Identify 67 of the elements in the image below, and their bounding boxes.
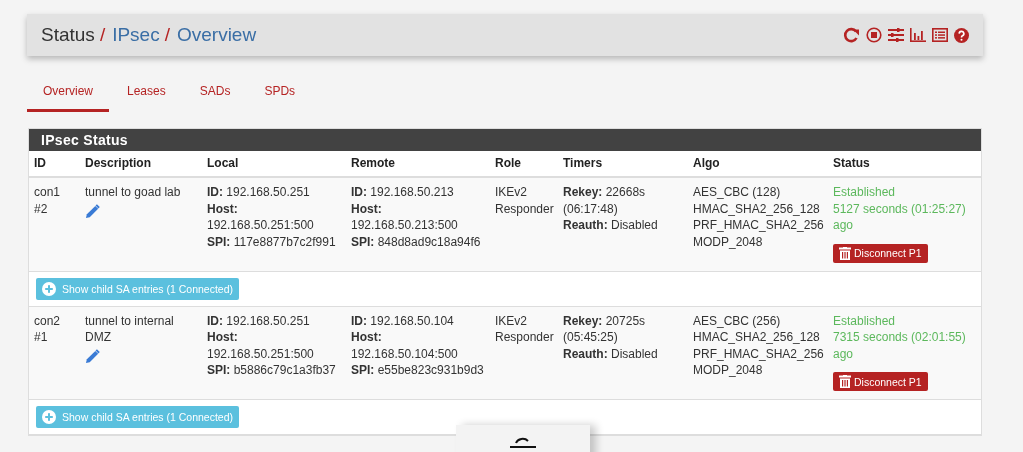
tab[interactable]: Overview xyxy=(27,77,109,112)
table-cell-text: tunnel to internal DMZ xyxy=(85,312,175,346)
pencil-icon[interactable] xyxy=(85,348,100,364)
status-text: 7315 seconds (02:01:55) ago xyxy=(833,329,967,362)
column-header: ID xyxy=(34,155,47,172)
column-header: Remote xyxy=(351,155,396,172)
table-cell-text: Host: 192.168.50.251:500 xyxy=(207,200,315,234)
table-cell: con2 xyxy=(34,312,61,329)
breadcrumb-separator: / xyxy=(99,24,106,46)
table-cell: HMAC_SHA2_256_128 xyxy=(693,200,820,217)
tab[interactable]: SADs xyxy=(183,77,247,112)
breadcrumb-link[interactable]: IPsec xyxy=(112,24,160,46)
table-cell: tunnel to goad lab xyxy=(85,184,181,201)
table-cell: HMAC_SHA2_256_128 xyxy=(693,329,820,346)
breadcrumb-item: Status xyxy=(41,24,95,46)
table-cell: MODP_2048 xyxy=(693,362,763,379)
table-cell: PRF_HMAC_SHA2_256 xyxy=(693,217,824,234)
status-text: 5127 seconds (01:25:27) ago xyxy=(833,200,967,234)
reload-icon[interactable] xyxy=(843,27,860,43)
table-cell-text: IKEv2 Responder xyxy=(495,312,555,346)
status-text: Established xyxy=(833,312,896,329)
table-cell-text: Rekey: 22668s (06:17:48) xyxy=(563,184,647,217)
trash-icon xyxy=(839,375,851,388)
table-cell: ID: 192.168.50.251 xyxy=(207,184,310,201)
table-cell-text: Rekey: 20725s (05:45:25) xyxy=(563,312,647,346)
pencil-icon[interactable] xyxy=(85,203,100,219)
list-icon[interactable] xyxy=(932,28,948,42)
arc-icon xyxy=(510,435,536,449)
status-text: Established xyxy=(833,184,896,201)
breadcrumb-separator: / xyxy=(164,24,170,46)
column-header: Description xyxy=(85,155,152,172)
stop-icon[interactable] xyxy=(866,27,882,43)
table-cell: AES_CBC (256) xyxy=(693,312,781,329)
column-header: Timers xyxy=(563,155,604,172)
plus-icon xyxy=(42,410,56,424)
panel-title: IPsec Status xyxy=(29,129,981,151)
breadcrumb-link[interactable]: Overview xyxy=(176,24,257,46)
table-cell: #1 xyxy=(34,329,48,346)
table-cell-text: IKEv2 Responder xyxy=(495,184,555,217)
disconnect-button[interactable]: Disconnect P1 xyxy=(833,243,928,263)
table-cell: SPI: b5886c79c1a3fb37 xyxy=(207,362,336,379)
table-cell: SPI: e55be823c931b9d3 xyxy=(351,362,484,379)
table-cell: SPI: 117e8877b7c2f991 xyxy=(207,233,336,250)
table-cell: ID: 192.168.50.251 xyxy=(207,312,310,329)
help-icon[interactable] xyxy=(954,27,969,43)
column-header: Role xyxy=(495,155,522,172)
table-cell: MODP_2048 xyxy=(693,233,763,250)
table-cell: ID: 192.168.50.213 xyxy=(351,184,454,201)
table-cell: Reauth: Disabled xyxy=(563,217,658,234)
table-cell: ID: 192.168.50.104 xyxy=(351,312,454,329)
table-cell: AES_CBC (128) xyxy=(693,184,781,201)
sliders-icon[interactable] xyxy=(888,28,904,42)
column-header: Status xyxy=(833,155,871,172)
table-cell: #2 xyxy=(34,200,48,217)
column-header: Local xyxy=(207,155,240,172)
table-cell: SPI: 848d8ad9c18a94f6 xyxy=(351,233,481,250)
tab[interactable]: Leases xyxy=(111,77,182,112)
table-cell-text: Host: 192.168.50.213:500 xyxy=(351,200,459,234)
bar-chart-icon[interactable] xyxy=(910,28,926,42)
table-cell: Reauth: Disabled xyxy=(563,345,658,362)
tab[interactable]: SPDs xyxy=(248,77,312,112)
plus-icon xyxy=(42,281,56,296)
disconnect-button[interactable]: Disconnect P1 xyxy=(833,372,928,391)
table-cell: PRF_HMAC_SHA2_256 xyxy=(693,345,824,362)
column-header: Algo xyxy=(693,155,721,172)
trash-icon xyxy=(839,246,851,260)
table-cell: con1 xyxy=(34,184,61,201)
